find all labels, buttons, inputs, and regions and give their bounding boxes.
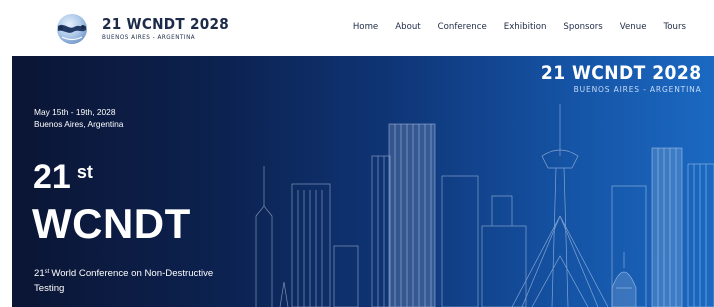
nav-venue[interactable]: Venue <box>620 22 647 32</box>
event-dates: May 15th - 19th, 2028 <box>34 107 116 117</box>
hero-brand-subtitle: BUENOS AIRES - ARGENTINA <box>574 84 702 94</box>
nav-sponsors[interactable]: Sponsors <box>563 22 602 32</box>
site-logo[interactable]: 21 WCNDT 2028 BUENOS AIRES - ARGENTINA <box>52 12 246 46</box>
nav-tours[interactable]: Tours <box>663 22 686 32</box>
hero-brand-title: 21 WCNDT 2028 <box>541 62 702 84</box>
logo-title: 21 WCNDT 2028 <box>102 15 229 33</box>
hero-banner: 21 WCNDT 2028 BUENOS AIRES - ARGENTINA M… <box>12 56 714 307</box>
main-nav: Home About Conference Exhibition Sponsor… <box>336 22 686 32</box>
nav-home[interactable]: Home <box>353 22 378 32</box>
event-name-ordinal: st <box>44 269 50 275</box>
logo-subtitle: BUENOS AIRES - ARGENTINA <box>102 34 196 41</box>
edition-number-value: 21 <box>33 158 71 196</box>
nav-exhibition[interactable]: Exhibition <box>504 22 547 32</box>
event-name-text: World Conference on Non-Destructive Test… <box>34 268 214 294</box>
event-name-number: 21 <box>34 268 45 279</box>
hero-brand-mark: 21 WCNDT 2028 BUENOS AIRES - ARGENTINA <box>523 62 702 95</box>
site-header: 21 WCNDT 2028 BUENOS AIRES - ARGENTINA H… <box>0 0 714 56</box>
edition-number-suffix: st <box>76 162 93 182</box>
event-date-location: May 15th - 19th, 2028 Buenos Aires, Arge… <box>34 106 123 130</box>
event-acronym: WCNDT <box>32 200 191 247</box>
edition-number: 21st <box>33 160 93 194</box>
nav-about[interactable]: About <box>395 22 420 32</box>
nav-conference[interactable]: Conference <box>438 22 487 32</box>
event-location: Buenos Aires, Argentina <box>34 119 124 129</box>
event-full-name: 21st World Conference on Non-Destructive … <box>34 266 234 296</box>
globe-ndt-logo-icon <box>52 12 92 46</box>
